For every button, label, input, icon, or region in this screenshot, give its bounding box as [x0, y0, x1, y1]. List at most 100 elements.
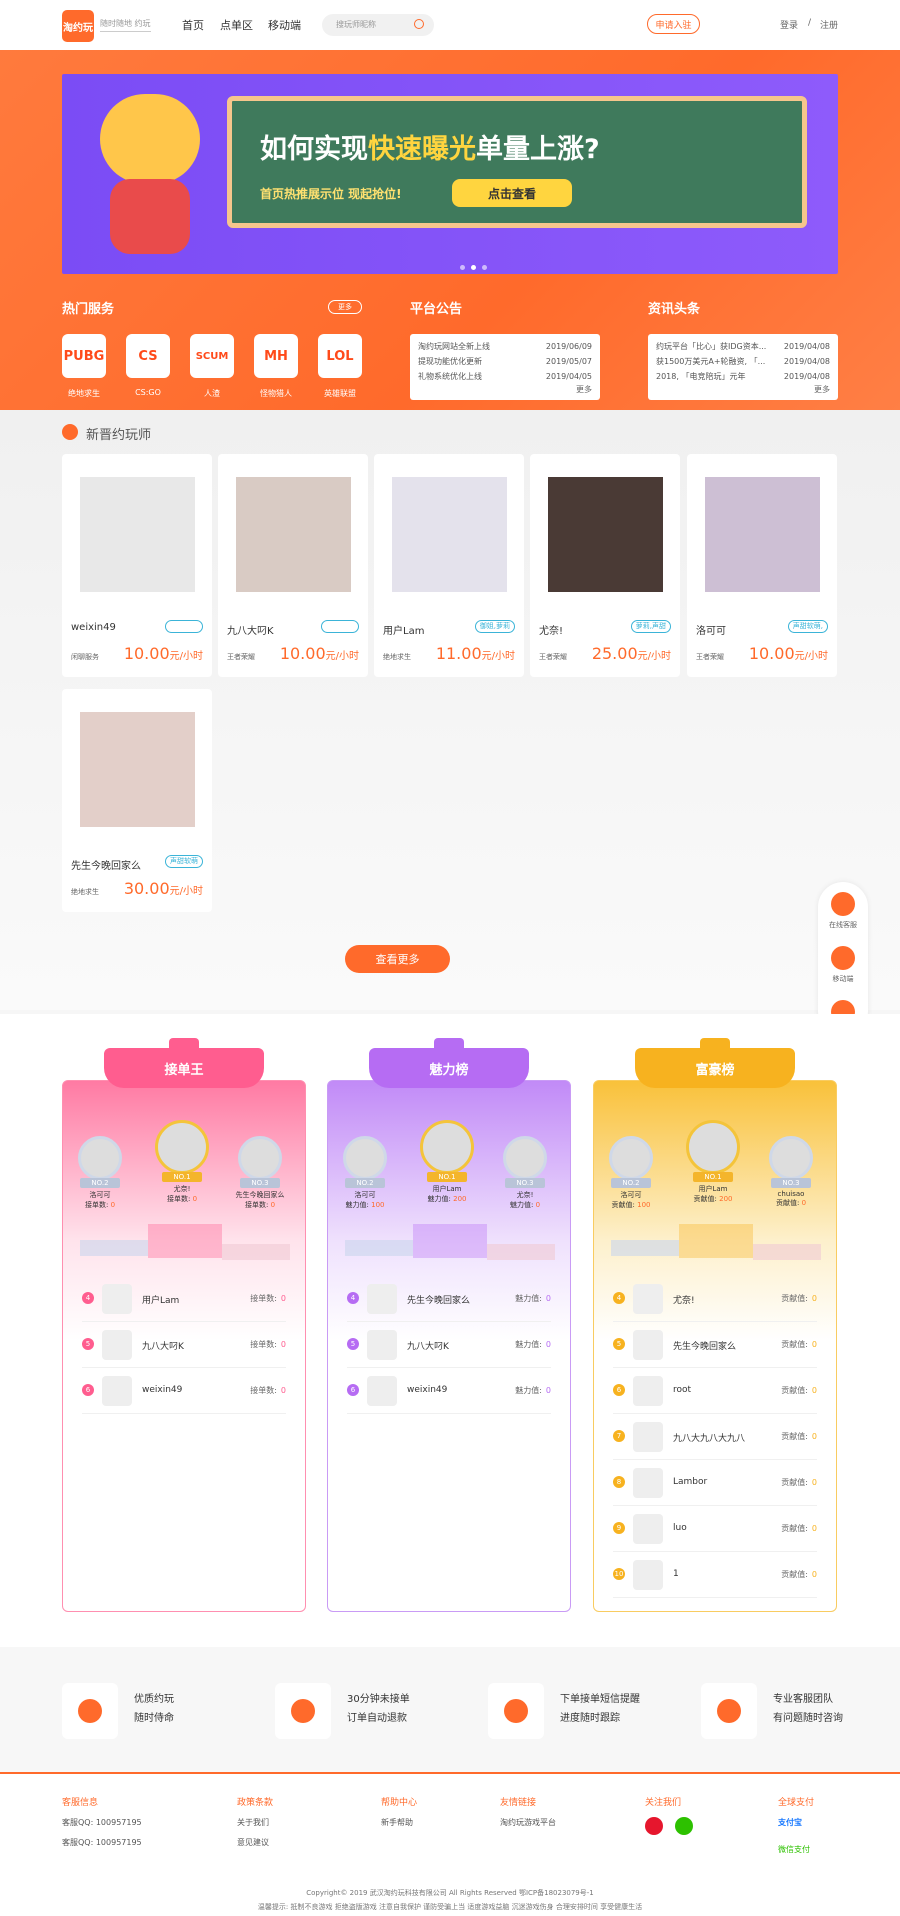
player-card[interactable]: weixin49 闲聊服务 10.00元/小时	[62, 454, 212, 677]
help-link[interactable]: 新手帮助	[381, 1817, 413, 1828]
rank-list-row[interactable]: 4 用户Lam 接单数: 0	[82, 1276, 286, 1322]
podium-avatar[interactable]	[503, 1136, 547, 1180]
site-logo[interactable]: 淘约玩	[62, 10, 94, 42]
podium-avatar[interactable]	[769, 1136, 813, 1180]
news-item[interactable]: 获1500万美元A+轮融资, 「... 2019/04/08	[656, 354, 830, 369]
user-avatar[interactable]	[633, 1284, 663, 1314]
rank-list-row[interactable]: 8 Lambor 贡献值: 0	[613, 1460, 817, 1506]
rank-list-row[interactable]: 4 先生今晚回家么 魅力值: 0	[347, 1276, 551, 1322]
rank-list-row[interactable]: 7 九八大九八大九八 贡献值: 0	[613, 1414, 817, 1460]
game-label[interactable]: 绝地求生	[54, 388, 114, 399]
news-more-link[interactable]: 更多	[656, 384, 830, 396]
game-label[interactable]: 怪物猎人	[246, 388, 306, 399]
news-item[interactable]: 2018, 「电竞陪玩」元年 2019/04/08	[656, 369, 830, 384]
nav-order-zone[interactable]: 点单区	[220, 17, 253, 33]
see-more-button[interactable]: 查看更多	[345, 945, 450, 973]
user-avatar[interactable]	[633, 1376, 663, 1406]
user-name[interactable]: 九八大叼K	[142, 1339, 184, 1352]
rank-list-row[interactable]: 6 weixin49 魅力值: 0	[347, 1368, 551, 1414]
rank-list-row[interactable]: 6 weixin49 接单数: 0	[82, 1368, 286, 1414]
register-link[interactable]: 注册	[820, 18, 838, 31]
notice-more-link[interactable]: 更多	[418, 384, 592, 396]
user-name[interactable]: 尤奈!	[673, 1293, 695, 1306]
game-label[interactable]: CS:GO	[118, 388, 178, 397]
player-card[interactable]: 尤奈! 萝莉,声甜 王者荣耀 25.00元/小时	[530, 454, 680, 677]
podium-avatar[interactable]	[343, 1136, 387, 1180]
mobile-label[interactable]: 移动端	[818, 974, 868, 984]
search-icon[interactable]	[414, 19, 424, 29]
podium-avatar[interactable]	[238, 1136, 282, 1180]
user-avatar[interactable]	[633, 1422, 663, 1452]
nav-mobile[interactable]: 移动端	[268, 17, 301, 33]
user-avatar[interactable]	[633, 1330, 663, 1360]
user-name[interactable]: 先生今晚回家么	[407, 1293, 470, 1306]
mobile-icon[interactable]	[831, 946, 855, 970]
user-avatar[interactable]	[633, 1514, 663, 1544]
user-avatar[interactable]	[633, 1468, 663, 1498]
user-name[interactable]: 九八大九八大九八	[673, 1431, 745, 1444]
notice-item[interactable]: 提现功能优化更新 2019/05/07	[418, 354, 592, 369]
rank-list-row[interactable]: 4 尤奈! 贡献值: 0	[613, 1276, 817, 1322]
game-icon-pubg[interactable]: PUBG	[62, 334, 106, 378]
user-avatar[interactable]	[367, 1376, 397, 1406]
friend-link[interactable]: 淘约玩游戏平台	[500, 1817, 556, 1828]
banner-view-button[interactable]: 点击查看	[452, 179, 572, 207]
user-name[interactable]: weixin49	[142, 1385, 182, 1395]
game-label[interactable]: 英雄联盟	[310, 388, 370, 399]
customer-service-label[interactable]: 在线客服	[818, 920, 868, 930]
login-link[interactable]: 登录	[780, 18, 798, 31]
podium-step	[679, 1224, 753, 1258]
carousel-dots[interactable]	[457, 262, 490, 273]
user-name[interactable]: 1	[673, 1569, 679, 1579]
search-input[interactable]: 搜玩师昵称	[322, 14, 434, 36]
player-card[interactable]: 九八大叼K 王者荣耀 10.00元/小时	[218, 454, 368, 677]
user-avatar[interactable]	[102, 1376, 132, 1406]
user-avatar[interactable]	[633, 1560, 663, 1590]
notice-item[interactable]: 礼物系统优化上线 2019/04/05	[418, 369, 592, 384]
wechat-icon[interactable]	[675, 1817, 693, 1835]
nav-home[interactable]: 首页	[182, 17, 204, 33]
user-name[interactable]: luo	[673, 1523, 687, 1533]
user-name[interactable]: weixin49	[407, 1385, 447, 1395]
podium-avatar[interactable]	[420, 1120, 474, 1174]
user-name[interactable]: Lambor	[673, 1477, 707, 1487]
apply-join-button[interactable]: 申请入驻	[647, 14, 700, 34]
player-card[interactable]: 用户Lam 御姐,萝莉 绝地求生 11.00元/小时	[374, 454, 524, 677]
user-avatar[interactable]	[102, 1330, 132, 1360]
user-avatar[interactable]	[367, 1330, 397, 1360]
rank-list-row[interactable]: 6 root 贡献值: 0	[613, 1368, 817, 1414]
feedback-link[interactable]: 意见建议	[237, 1837, 269, 1848]
player-card[interactable]: 先生今晚回家么 声甜软萌 绝地求生 30.00元/小时	[62, 689, 212, 912]
rank-list-row[interactable]: 5 先生今晚回家么 贡献值: 0	[613, 1322, 817, 1368]
user-avatar[interactable]	[367, 1284, 397, 1314]
user-score: 贡献值: 0	[781, 1524, 817, 1533]
player-card[interactable]: 洛可可 声甜软萌, 王者荣耀 10.00元/小时	[687, 454, 837, 677]
game-icon-lol[interactable]: LOL	[318, 334, 362, 378]
news-item[interactable]: 约玩平台「比心」获IDG资本... 2019/04/08	[656, 339, 830, 354]
rank-list-row[interactable]: 9 luo 贡献值: 0	[613, 1506, 817, 1552]
user-name[interactable]: 用户Lam	[142, 1293, 179, 1306]
notice-item[interactable]: 淘约玩网站全新上线 2019/06/09	[418, 339, 592, 354]
rank-list-row[interactable]: 5 九八大叼K 接单数: 0	[82, 1322, 286, 1368]
game-icon-csgo[interactable]: CS	[126, 334, 170, 378]
hot-more-button[interactable]: 更多	[328, 300, 362, 314]
weibo-icon[interactable]	[645, 1817, 663, 1835]
promo-banner[interactable]: 如何实现快速曝光单量上涨? 首页热推展示位 现起抢位! 点击查看	[62, 74, 838, 274]
podium-avatar[interactable]	[78, 1136, 122, 1180]
about-link[interactable]: 关于我们	[237, 1817, 269, 1828]
game-label[interactable]: 人渣	[182, 388, 242, 399]
user-name[interactable]: root	[673, 1385, 691, 1395]
rank-list-row[interactable]: 10 1 贡献值: 0	[613, 1552, 817, 1598]
user-name[interactable]: 先生今晚回家么	[673, 1339, 736, 1352]
podium-avatar[interactable]	[155, 1120, 209, 1174]
rank-list-row[interactable]: 5 九八大叼K 魅力值: 0	[347, 1322, 551, 1368]
user-name[interactable]: 九八大叼K	[407, 1339, 449, 1352]
qq-link[interactable]: 客服QQ: 100957195	[62, 1817, 142, 1828]
game-icon-monster-hunter[interactable]: MH	[254, 334, 298, 378]
qq-link[interactable]: 客服QQ: 100957195	[62, 1837, 142, 1848]
game-icon-scum[interactable]: SCUM	[190, 334, 234, 378]
podium-avatar[interactable]	[609, 1136, 653, 1180]
podium-avatar[interactable]	[686, 1120, 740, 1174]
customer-service-icon[interactable]	[831, 892, 855, 916]
user-avatar[interactable]	[102, 1284, 132, 1314]
